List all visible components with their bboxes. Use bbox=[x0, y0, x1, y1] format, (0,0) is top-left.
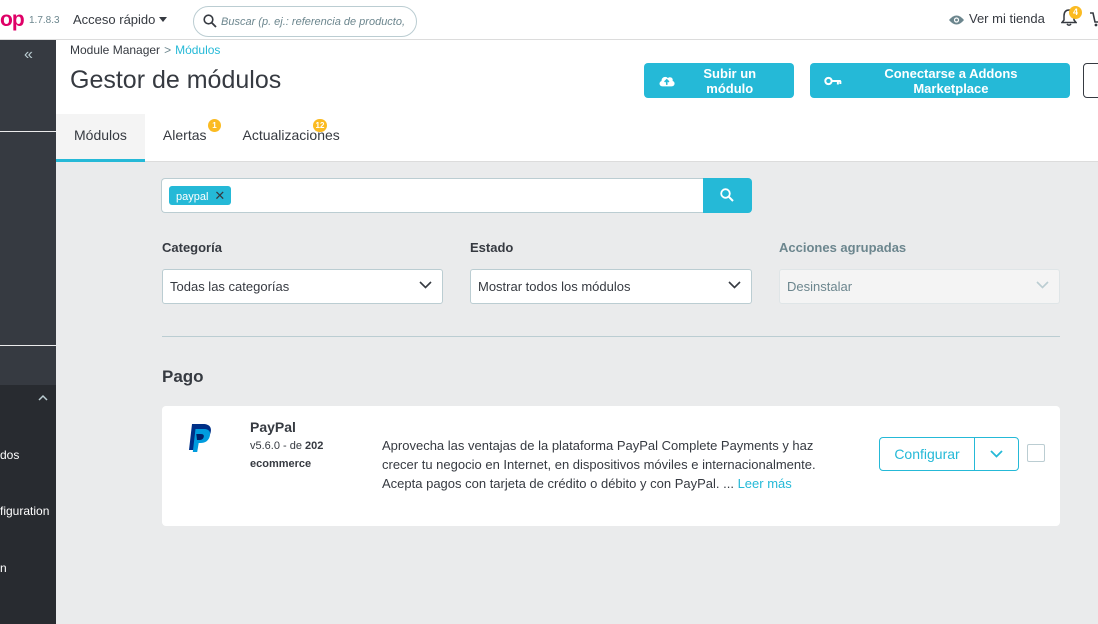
bulk-actions-label: Acciones agrupadas bbox=[779, 240, 907, 255]
page-title: Gestor de módulos bbox=[70, 66, 282, 94]
module-search-field[interactable]: paypal ✕ bbox=[161, 178, 704, 213]
tab-bar: Módulos Alertas 1 Actualizaciones 12 bbox=[56, 114, 358, 162]
breadcrumb-separator: > bbox=[164, 43, 172, 57]
status-select-value: Mostrar todos los módulos bbox=[478, 279, 631, 294]
upload-module-label: Subir un módulo bbox=[703, 65, 757, 96]
module-version-text: v5.6.0 - de bbox=[250, 440, 302, 452]
tab-updates[interactable]: Actualizaciones 12 bbox=[225, 114, 358, 162]
tab-label: Módulos bbox=[74, 127, 127, 143]
chevron-up-icon[interactable] bbox=[38, 394, 48, 401]
upload-cloud-icon bbox=[659, 76, 675, 87]
view-store-link[interactable]: Ver mi tienda bbox=[948, 11, 1045, 26]
configure-button[interactable]: Configurar bbox=[879, 437, 975, 471]
section-title: Pago bbox=[162, 367, 204, 386]
sidebar: « dos figuration n bbox=[0, 40, 56, 624]
category-filter-label: Categoría bbox=[162, 240, 222, 255]
tab-label: Alertas bbox=[162, 127, 207, 143]
tab-alerts[interactable]: Alertas 1 bbox=[145, 114, 225, 162]
remove-tag-icon[interactable]: ✕ bbox=[214, 188, 225, 203]
module-description: Aprovecha las ventajas de la plataforma … bbox=[382, 436, 822, 493]
notification-badge: 4 bbox=[1069, 6, 1082, 19]
chevron-down-icon bbox=[419, 281, 432, 289]
collapse-sidebar-icon[interactable]: « bbox=[24, 46, 33, 64]
view-store-label: Ver mi tienda bbox=[969, 11, 1045, 26]
eye-icon bbox=[949, 15, 964, 25]
read-more-link[interactable]: Leer más bbox=[738, 476, 792, 491]
bulk-actions-select: Desinstalar bbox=[779, 269, 1060, 304]
chevron-down-icon bbox=[1036, 281, 1049, 289]
sidebar-item[interactable]: figuration bbox=[0, 504, 56, 518]
status-select[interactable]: Mostrar todos los módulos bbox=[470, 269, 752, 304]
connect-addons-button[interactable]: Conectarse a Addons Marketplace bbox=[810, 63, 1070, 98]
module-version: v5.6.0 - de 202 bbox=[250, 440, 323, 452]
upload-module-button[interactable]: Subir un módulo bbox=[644, 63, 794, 98]
category-select[interactable]: Todas las categorías bbox=[162, 269, 443, 304]
module-name: PayPal bbox=[250, 419, 296, 435]
sidebar-active-marker bbox=[0, 345, 56, 346]
caret-down-icon bbox=[159, 17, 168, 22]
page-header: Module Manager > Módulos Gestor de módulos… bbox=[56, 40, 1098, 162]
divider bbox=[162, 336, 1060, 337]
sidebar-active-marker bbox=[0, 131, 56, 132]
breadcrumb: Module Manager > Módulos bbox=[70, 43, 220, 57]
module-card: PayPal v5.6.0 - de 202 ecommerce Aprovec… bbox=[162, 406, 1060, 526]
paypal-logo-icon bbox=[189, 424, 211, 452]
search-tag-label: paypal bbox=[176, 191, 209, 203]
module-actions-dropdown[interactable] bbox=[974, 437, 1019, 471]
category-select-value: Todas las categorías bbox=[170, 279, 290, 294]
status-filter-label: Estado bbox=[470, 240, 514, 255]
module-author-part: 202 bbox=[305, 440, 324, 452]
chevron-down-icon bbox=[990, 450, 1003, 458]
breadcrumb-parent[interactable]: Module Manager bbox=[70, 43, 160, 57]
module-select-checkbox[interactable] bbox=[1027, 444, 1045, 462]
quick-access-label: Acceso rápido bbox=[73, 12, 156, 27]
module-author: ecommerce bbox=[250, 458, 312, 470]
key-icon bbox=[824, 76, 842, 85]
tab-modules[interactable]: Módulos bbox=[56, 114, 145, 162]
search-icon bbox=[203, 14, 217, 28]
module-search-button[interactable] bbox=[703, 178, 752, 213]
logo[interactable]: op bbox=[0, 8, 25, 32]
breadcrumb-current[interactable]: Módulos bbox=[175, 43, 220, 57]
quick-access-dropdown[interactable]: Acceso rápido bbox=[73, 12, 168, 27]
top-bar: op 1.7.8.3 Acceso rápido Ver mi tienda 4 bbox=[0, 0, 1098, 40]
sidebar-item[interactable]: n bbox=[0, 561, 56, 575]
more-actions-button[interactable] bbox=[1083, 63, 1098, 98]
alerts-count-badge: 1 bbox=[207, 119, 221, 132]
cart-icon[interactable] bbox=[1090, 11, 1098, 27]
search-bar[interactable] bbox=[193, 6, 417, 37]
search-tag: paypal ✕ bbox=[169, 186, 232, 205]
chevron-down-icon bbox=[728, 281, 741, 289]
connect-addons-label: Conectarse a Addons Marketplace bbox=[884, 65, 1018, 96]
search-icon bbox=[720, 188, 734, 202]
version-label: 1.7.8.3 bbox=[29, 15, 60, 26]
search-input[interactable] bbox=[221, 12, 411, 32]
sidebar-item[interactable]: dos bbox=[0, 448, 56, 462]
bulk-actions-value: Desinstalar bbox=[787, 279, 853, 294]
